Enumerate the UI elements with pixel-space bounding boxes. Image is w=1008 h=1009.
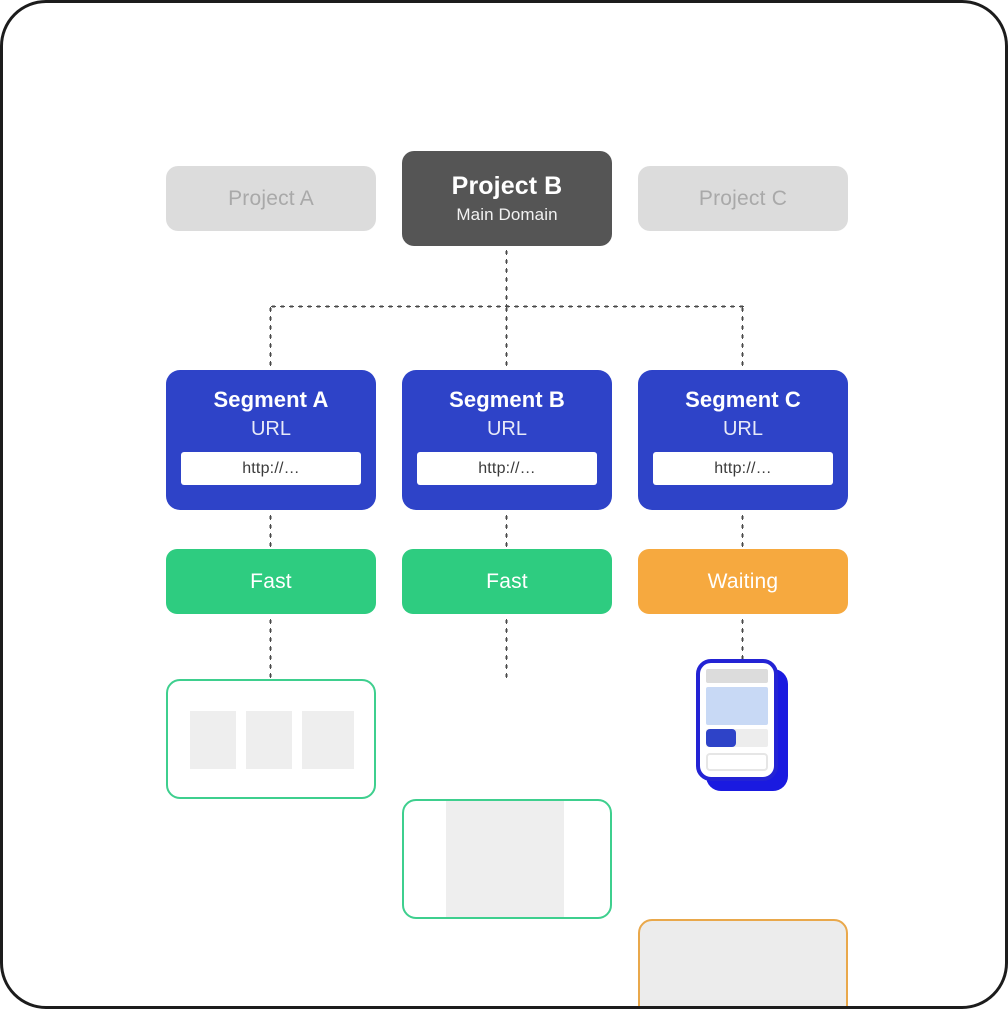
device-frame: Project A Project B Main Domain Project … (0, 0, 1008, 1009)
project-card-c[interactable]: Project C (638, 166, 848, 231)
mobile-hero-image (706, 687, 768, 725)
connector-segment-c-to-status-c (741, 513, 744, 549)
segment-b-url-input[interactable]: http://… (417, 452, 597, 485)
segment-a-url-input[interactable]: http://… (181, 452, 361, 485)
mobile-input-field[interactable] (706, 753, 768, 771)
segment-card-a[interactable]: Segment A URL http://… (166, 370, 376, 510)
preview-card-a[interactable] (166, 679, 376, 799)
preview-b-block-1 (446, 801, 564, 917)
connector-projectb-to-bus (505, 248, 508, 306)
connector-status-b-to-preview-b (505, 617, 508, 679)
status-badge-c[interactable]: Waiting (638, 549, 848, 614)
preview-a-block-3 (302, 711, 354, 769)
connector-bus-to-segment-c (741, 305, 744, 371)
segment-card-b[interactable]: Segment B URL http://… (402, 370, 612, 510)
segment-c-url-input[interactable]: http://… (653, 452, 833, 485)
status-badge-a[interactable]: Fast (166, 549, 376, 614)
status-badge-b-label: Fast (486, 569, 528, 593)
mobile-header-bar (706, 669, 768, 683)
connector-status-a-to-preview-a (269, 617, 272, 679)
connector-bus-to-segment-b (505, 305, 508, 371)
mobile-primary-button[interactable] (706, 729, 736, 747)
status-badge-a-label: Fast (250, 569, 292, 593)
project-c-title: Project C (698, 186, 788, 210)
status-badge-c-label: Waiting (707, 569, 779, 593)
project-card-a[interactable]: Project A (166, 166, 376, 231)
connector-bus-to-segment-a (269, 305, 272, 371)
segment-c-url-label: URL (722, 418, 763, 440)
connector-status-c-to-preview-c (741, 617, 744, 665)
preview-card-c[interactable] (638, 919, 848, 1006)
segment-c-title: Segment C (685, 387, 801, 412)
preview-a-block-1 (190, 711, 236, 769)
project-a-title: Project A (228, 186, 314, 210)
segment-b-url-label: URL (486, 418, 527, 440)
connector-segment-b-to-status-b (505, 513, 508, 549)
segment-b-title: Segment B (449, 387, 565, 412)
connector-segment-a-to-status-a (269, 513, 272, 549)
preview-a-block-2 (246, 711, 292, 769)
project-b-subtitle: Main Domain (456, 204, 558, 224)
segment-a-title: Segment A (213, 387, 329, 412)
mobile-preview-body (696, 659, 778, 781)
segment-card-c[interactable]: Segment C URL http://… (638, 370, 848, 510)
mobile-preview[interactable] (696, 659, 792, 795)
project-card-b[interactable]: Project B Main Domain (402, 151, 612, 246)
preview-card-b[interactable] (402, 799, 612, 919)
segment-a-url-label: URL (250, 418, 291, 440)
project-b-title: Project B (451, 172, 563, 201)
status-badge-b[interactable]: Fast (402, 549, 612, 614)
diagram-canvas: Project A Project B Main Domain Project … (3, 3, 1005, 1006)
